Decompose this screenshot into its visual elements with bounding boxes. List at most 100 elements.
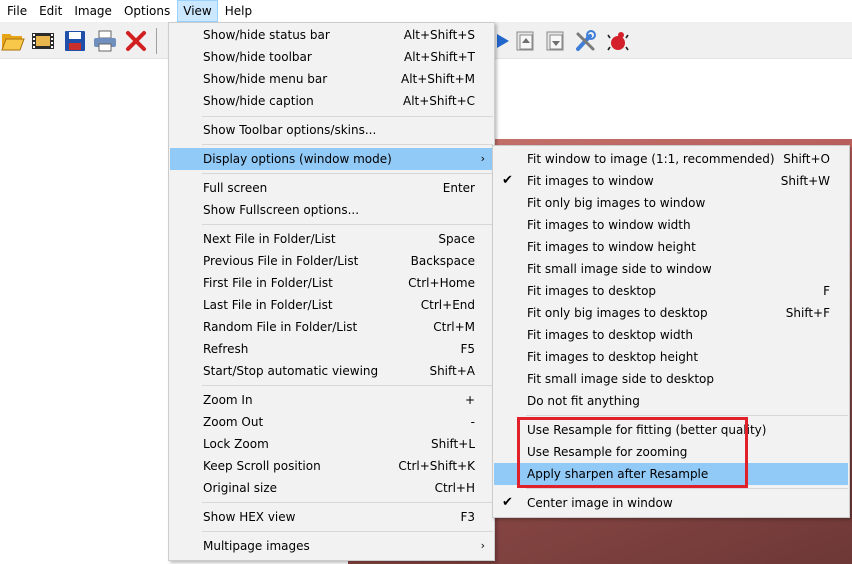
menu-item-show-hide-caption[interactable]: Show/hide caption Alt+Shift+C xyxy=(170,90,493,112)
menu-item-label: Lock Zoom xyxy=(203,437,269,451)
menu-item-shortcut: Ctrl+H xyxy=(434,481,475,495)
menu-item-fullscreen-options[interactable]: Show Fullscreen options... xyxy=(170,199,493,221)
menu-item-show-hide-toolbar[interactable]: Show/hide toolbar Alt+Shift+T xyxy=(170,46,493,68)
menu-item-shortcut: Backspace xyxy=(410,254,475,268)
menu-separator xyxy=(202,144,493,145)
menu-item-shortcut: Ctrl+Home xyxy=(408,276,475,290)
menu-item-shortcut: F xyxy=(823,284,830,298)
menu-item-label: Last File in Folder/List xyxy=(203,298,333,312)
submenu-item-fit-to-window-width[interactable]: Fit images to window width xyxy=(494,214,848,236)
menu-item-label: Next File in Folder/List xyxy=(203,232,336,246)
menu-bar: File Edit Image Options View Help xyxy=(0,0,852,22)
delete-x-icon[interactable] xyxy=(123,28,149,54)
menu-item-multipage-images[interactable]: Multipage images › xyxy=(170,535,493,557)
menu-item-shortcut: Shift+A xyxy=(429,364,475,378)
menu-item-original-size[interactable]: Original size Ctrl+H xyxy=(170,477,493,499)
checkmark-icon: ✔ xyxy=(502,495,513,510)
menu-item-label: Show Toolbar options/skins... xyxy=(203,123,377,137)
filmstrip-icon[interactable] xyxy=(30,28,56,54)
checkmark-icon: ✔ xyxy=(502,173,513,188)
menu-item-shortcut: Space xyxy=(438,232,475,246)
menu-item-label: Refresh xyxy=(203,342,249,356)
bug-icon[interactable] xyxy=(605,28,631,54)
menu-item-show-hide-menu-bar[interactable]: Show/hide menu bar Alt+Shift+M xyxy=(170,68,493,90)
menu-item-shortcut: Alt+Shift+M xyxy=(401,72,475,86)
menu-image[interactable]: Image xyxy=(69,0,117,22)
submenu-item-fit-to-desktop-height[interactable]: Fit images to desktop height xyxy=(494,346,848,368)
view-menu: Show/hide status bar Alt+Shift+S Show/hi… xyxy=(168,22,495,561)
print-icon[interactable] xyxy=(92,28,118,54)
submenu-item-fit-small-side-to-window[interactable]: Fit small image side to window xyxy=(494,258,848,280)
menu-item-hex-view[interactable]: Show HEX view F3 xyxy=(170,506,493,528)
menu-options[interactable]: Options xyxy=(119,0,175,22)
menu-item-label: Start/Stop automatic viewing xyxy=(203,364,379,378)
submenu-item-fit-window-to-image[interactable]: Fit window to image (1:1, recommended) S… xyxy=(494,148,848,170)
menu-item-toolbar-options[interactable]: Show Toolbar options/skins... xyxy=(170,119,493,141)
app-window: File Edit Image Options View Help Show/h… xyxy=(0,0,852,564)
menu-item-full-screen[interactable]: Full screen Enter xyxy=(170,177,493,199)
menu-item-refresh[interactable]: Refresh F5 xyxy=(170,338,493,360)
open-folder-icon[interactable] xyxy=(0,28,26,54)
menu-item-show-hide-status-bar[interactable]: Show/hide status bar Alt+Shift+S xyxy=(170,24,493,46)
menu-item-label: Show HEX view xyxy=(203,510,296,524)
menu-item-zoom-in[interactable]: Zoom In + xyxy=(170,389,493,411)
menu-item-label: Fit only big images to window xyxy=(527,196,706,210)
submenu-item-do-not-fit[interactable]: Do not fit anything xyxy=(494,390,848,412)
menu-item-label: Fit images to window xyxy=(527,174,654,188)
menu-separator xyxy=(202,502,493,503)
submenu-item-fit-to-window-height[interactable]: Fit images to window height xyxy=(494,236,848,258)
menu-item-shortcut: Alt+Shift+C xyxy=(402,94,475,108)
save-disk-icon[interactable] xyxy=(62,28,88,54)
menu-item-shortcut: Ctrl+M xyxy=(433,320,475,334)
menu-item-last-file[interactable]: Last File in Folder/List Ctrl+End xyxy=(170,294,493,316)
menu-item-previous-file[interactable]: Previous File in Folder/List Backspace xyxy=(170,250,493,272)
menu-item-shortcut: - xyxy=(470,415,475,429)
toolbar-separator xyxy=(156,28,157,54)
menu-separator xyxy=(202,116,493,117)
menu-item-label: Keep Scroll position xyxy=(203,459,321,473)
menu-separator xyxy=(202,224,493,225)
menu-view[interactable]: View xyxy=(177,0,218,22)
submenu-item-fit-only-big-to-desktop[interactable]: Fit only big images to desktop Shift+F xyxy=(494,302,848,324)
copy-page-up-icon[interactable] xyxy=(512,28,538,54)
menu-help[interactable]: Help xyxy=(220,0,257,22)
menu-edit[interactable]: Edit xyxy=(34,0,67,22)
menu-item-shortcut: + xyxy=(464,393,475,407)
menu-item-next-file[interactable]: Next File in Folder/List Space xyxy=(170,228,493,250)
menu-item-automatic-viewing[interactable]: Start/Stop automatic viewing Shift+A xyxy=(170,360,493,382)
menu-item-label: Center image in window xyxy=(527,496,673,510)
menu-item-display-options[interactable]: Display options (window mode) › xyxy=(170,148,493,170)
copy-page-down-icon[interactable] xyxy=(542,28,568,54)
menu-item-lock-zoom[interactable]: Lock Zoom Shift+L xyxy=(170,433,493,455)
menu-item-label: Do not fit anything xyxy=(527,394,640,408)
menu-file[interactable]: File xyxy=(2,0,32,22)
menu-item-label: Show/hide menu bar xyxy=(203,72,328,86)
menu-item-zoom-out[interactable]: Zoom Out - xyxy=(170,411,493,433)
menu-item-shortcut: Shift+W xyxy=(780,174,830,188)
menu-item-label: Display options (window mode) xyxy=(203,152,392,166)
menu-item-shortcut: F3 xyxy=(460,510,475,524)
menu-item-shortcut: F5 xyxy=(460,342,475,356)
menu-item-shortcut: Alt+Shift+T xyxy=(404,50,475,64)
submenu-item-fit-to-desktop-width[interactable]: Fit images to desktop width xyxy=(494,324,848,346)
menu-separator xyxy=(202,385,493,386)
submenu-item-fit-only-big-to-window[interactable]: Fit only big images to window xyxy=(494,192,848,214)
submenu-item-fit-to-desktop[interactable]: Fit images to desktop F xyxy=(494,280,848,302)
menu-item-label: Zoom In xyxy=(203,393,253,407)
menu-item-random-file[interactable]: Random File in Folder/List Ctrl+M xyxy=(170,316,493,338)
menu-item-label: Show/hide toolbar xyxy=(203,50,312,64)
menu-item-label: Multipage images xyxy=(203,539,310,553)
menu-item-shortcut: Alt+Shift+S xyxy=(403,28,475,42)
menu-item-shortcut: Shift+L xyxy=(430,437,475,451)
tools-icon[interactable] xyxy=(573,28,599,54)
menu-item-first-file[interactable]: First File in Folder/List Ctrl+Home xyxy=(170,272,493,294)
menu-item-label: Previous File in Folder/List xyxy=(203,254,359,268)
menu-item-label: Fit images to window width xyxy=(527,218,691,232)
menu-item-label: Fit images to desktop width xyxy=(527,328,693,342)
menu-item-label: Fit window to image (1:1, recommended) xyxy=(527,152,775,166)
submenu-item-center-image[interactable]: ✔ Center image in window xyxy=(494,492,848,514)
submenu-item-fit-small-side-to-desktop[interactable]: Fit small image side to desktop xyxy=(494,368,848,390)
submenu-item-fit-images-to-window[interactable]: ✔ Fit images to window Shift+W xyxy=(494,170,848,192)
menu-item-label: Fit only big images to desktop xyxy=(527,306,708,320)
menu-item-keep-scroll-position[interactable]: Keep Scroll position Ctrl+Shift+K xyxy=(170,455,493,477)
